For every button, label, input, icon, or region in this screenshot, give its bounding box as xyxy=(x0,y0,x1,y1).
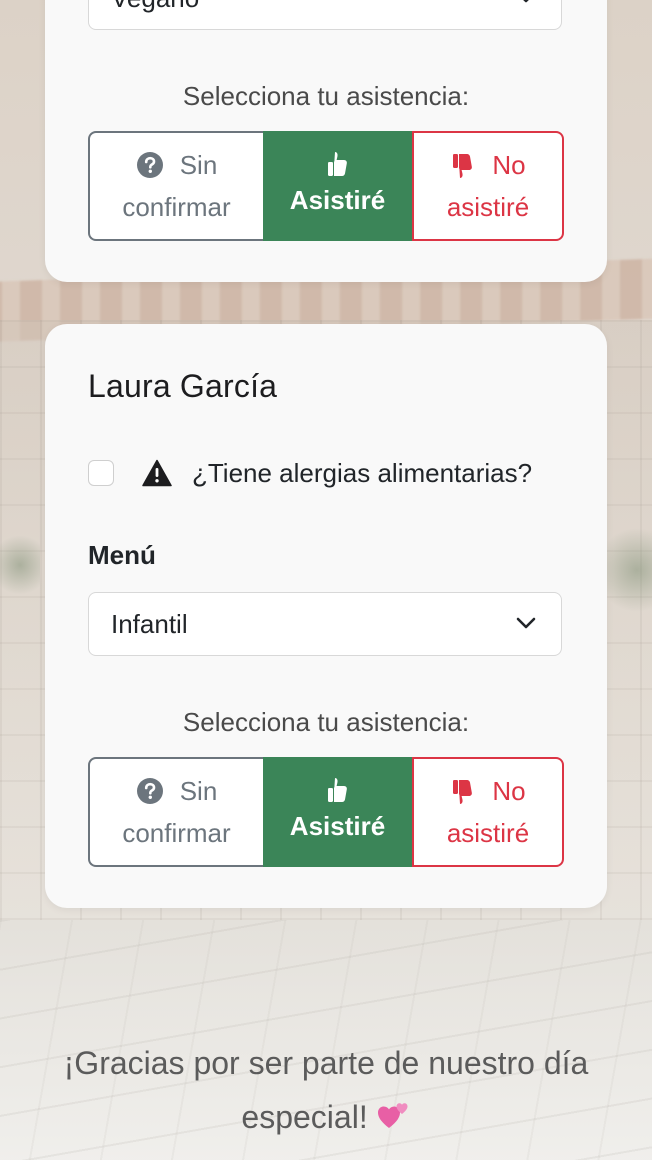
guest-name: Laura García xyxy=(88,368,278,404)
allergy-question: ¿Tiene alergias alimentarias? xyxy=(192,457,533,488)
question-circle-icon xyxy=(136,778,163,804)
thank-you-message: ¡Gracias por ser parte de nuestro día es… xyxy=(0,1036,652,1144)
thumbs-up-icon xyxy=(327,778,347,802)
thank-you-line-1: ¡Gracias por ser parte de nuestro día xyxy=(63,1045,589,1081)
unconfirmed-button[interactable]: Sin confirmar xyxy=(88,757,263,867)
guest-card: Laura García ¿Tiene alergias alimentaria… xyxy=(45,324,607,908)
assistance-prompt: Selecciona tu asistencia: xyxy=(182,81,470,111)
thumbs-down-icon xyxy=(453,780,473,804)
thumbs-up-icon xyxy=(327,152,347,176)
not-attend-button[interactable]: No asistiré xyxy=(412,757,564,867)
chevron-down-icon xyxy=(516,617,536,629)
menu-select-value: Infantil xyxy=(111,609,188,639)
warning-triangle-icon xyxy=(142,459,172,487)
not-attend-label-1: No xyxy=(492,776,526,806)
assistance-prompt: Selecciona tu asistencia: xyxy=(182,707,470,737)
allergy-row: ¿Tiene alergias alimentarias? xyxy=(88,456,532,490)
two-hearts-icon xyxy=(377,1103,408,1128)
menu-select[interactable]: Infantil xyxy=(88,592,562,656)
menu-label: Menú xyxy=(88,540,156,570)
not-attend-label-2: asistiré xyxy=(446,192,530,222)
attend-button[interactable]: Asistiré xyxy=(263,757,412,867)
unconfirmed-label-2: confirmar xyxy=(122,192,231,222)
menu-select-value: Vegano xyxy=(111,0,199,29)
unconfirmed-label-1: Sin xyxy=(179,150,218,180)
unconfirmed-label-2: confirmar xyxy=(122,818,231,848)
assistance-button-group: Sin confirmar Asistiré No asistiré xyxy=(88,757,564,867)
chevron-down-icon xyxy=(523,0,529,3)
thank-you-line-2-wrap: especial! xyxy=(0,1090,652,1144)
attend-label: Asistiré xyxy=(289,185,386,215)
not-attend-label-2: asistiré xyxy=(446,818,530,848)
menu-select[interactable]: Vegano xyxy=(88,0,562,30)
unconfirmed-label-1: Sin xyxy=(179,776,218,806)
attend-label: Asistiré xyxy=(289,811,386,841)
not-attend-button[interactable]: No asistiré xyxy=(412,131,564,241)
question-circle-icon xyxy=(136,152,163,178)
guest-card: Vegano Selecciona tu asistencia: Sin con… xyxy=(45,0,607,282)
thank-you-line-2: especial! xyxy=(241,1099,368,1135)
thumbs-down-icon xyxy=(453,154,473,178)
allergy-checkbox[interactable] xyxy=(88,460,114,486)
attend-button[interactable]: Asistiré xyxy=(263,131,412,241)
not-attend-label-1: No xyxy=(492,150,526,180)
assistance-button-group: Sin confirmar Asistiré No asistiré xyxy=(88,131,564,241)
unconfirmed-button[interactable]: Sin confirmar xyxy=(88,131,263,241)
